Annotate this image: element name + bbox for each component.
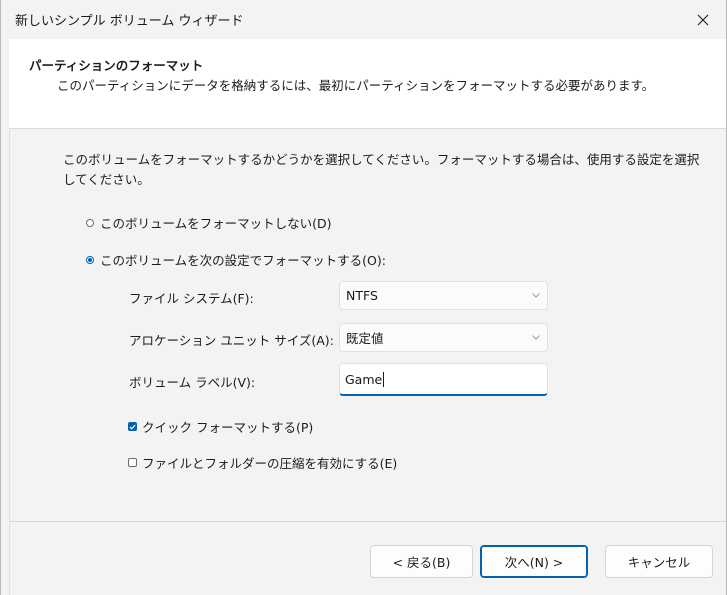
file-system-value: NTFS bbox=[346, 288, 378, 303]
radio-format-indicator[interactable] bbox=[86, 255, 94, 264]
wizard-header: パーティションのフォーマット このパーティションにデータを格納するには、最初にパ… bbox=[9, 39, 726, 129]
radio-no-format[interactable]: このボリュームをフォーマットしない(D) bbox=[86, 213, 332, 232]
compression-label: ファイルとフォルダーの圧縮を有効にする(E) bbox=[142, 456, 398, 471]
file-system-select[interactable]: NTFS bbox=[339, 281, 548, 310]
allocation-unit-select[interactable]: 既定値 bbox=[339, 323, 548, 352]
radio-no-format-label: このボリュームをフォーマットしない(D) bbox=[100, 216, 332, 231]
volume-label-value: Game bbox=[345, 371, 383, 387]
close-icon bbox=[697, 14, 709, 25]
compression-checkbox[interactable]: ファイルとフォルダーの圧縮を有効にする(E) bbox=[128, 453, 397, 472]
radio-format[interactable]: このボリュームを次の設定でフォーマットする(O): bbox=[86, 250, 386, 269]
text-caret bbox=[383, 371, 385, 387]
chevron-down-icon bbox=[525, 335, 547, 340]
radio-format-label: このボリュームを次の設定でフォーマットする(O): bbox=[100, 253, 386, 268]
quick-format-checkbox[interactable]: クイック フォーマットする(P) bbox=[128, 417, 313, 436]
instructions-text: このボリュームをフォーマットするかどうかを選択してください。フォーマットする場合… bbox=[63, 152, 700, 187]
file-system-label: ファイル システム(F): bbox=[129, 291, 254, 306]
allocation-unit-value: 既定値 bbox=[346, 331, 384, 346]
volume-label-input[interactable]: Game bbox=[339, 363, 548, 396]
close-button[interactable] bbox=[680, 0, 726, 39]
window-title: 新しいシンプル ボリューム ウィザード bbox=[15, 14, 244, 29]
volume-label-label: ボリューム ラベル(V): bbox=[129, 375, 256, 390]
checkmark-icon bbox=[129, 424, 136, 430]
compression-box[interactable] bbox=[128, 458, 137, 467]
wizard-window: 新しいシンプル ボリューム ウィザード パーティションのフォーマット このパーテ… bbox=[0, 0, 727, 595]
footer-divider bbox=[9, 521, 726, 522]
wizard-body: このボリュームをフォーマットするかどうかを選択してください。フォーマットする場合… bbox=[9, 129, 726, 521]
radio-no-format-indicator[interactable] bbox=[86, 218, 94, 227]
back-button[interactable]: < 戻る(B) bbox=[370, 545, 473, 578]
allocation-unit-label: アロケーション ユニット サイズ(A): bbox=[129, 333, 334, 348]
chevron-down-icon bbox=[525, 293, 547, 298]
quick-format-box[interactable] bbox=[128, 422, 137, 431]
title-bar: 新しいシンプル ボリューム ウィザード bbox=[1, 0, 726, 39]
cancel-button[interactable]: キャンセル bbox=[605, 545, 713, 578]
page-title: パーティションのフォーマット bbox=[29, 58, 204, 73]
next-button[interactable]: 次へ(N) > bbox=[480, 545, 588, 578]
quick-format-label: クイック フォーマットする(P) bbox=[142, 420, 314, 435]
page-subtitle: このパーティションにデータを格納するには、最初にパーティションをフォーマットする… bbox=[57, 78, 655, 93]
